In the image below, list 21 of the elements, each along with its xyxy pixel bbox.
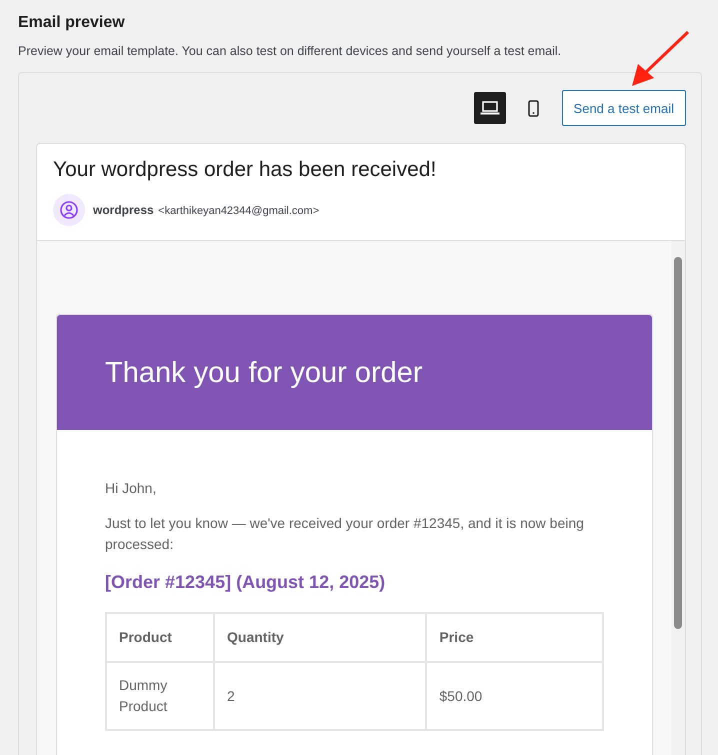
avatar-icon (53, 194, 85, 226)
scrollbar[interactable] (671, 241, 685, 755)
table-header-cell: Price (426, 613, 603, 662)
section-title: Email preview (18, 14, 126, 32)
laptop-icon (480, 101, 500, 115)
phone-icon (528, 100, 540, 116)
section-description: Preview your email template. You can also test on different devices and send yourself a test email. (18, 44, 562, 58)
sender-name: wordpress (93, 203, 154, 217)
table-header-cell: Quantity (214, 613, 426, 662)
table-cell: 2 (214, 662, 426, 730)
email-heading: Thank you for your order (57, 315, 652, 430)
table-cell: Dummy Product (106, 662, 214, 730)
sender-address: <karthikeyan42344@gmail.com> (158, 205, 320, 217)
email-subject: Your wordpress order has been received! (53, 158, 438, 182)
message-text: Just to let you know — we've received your order #12345, and it is now being processed: (105, 514, 585, 554)
send-test-email-button[interactable]: Send a test email (562, 90, 686, 126)
order-title: [Order #12345] (August 12, 2025) (105, 571, 386, 594)
desktop-view-button[interactable] (474, 92, 506, 124)
greeting-text: Hi John, (105, 479, 158, 498)
table-cell: $50.00 (426, 662, 603, 730)
table-header-cell: Product (106, 613, 214, 662)
